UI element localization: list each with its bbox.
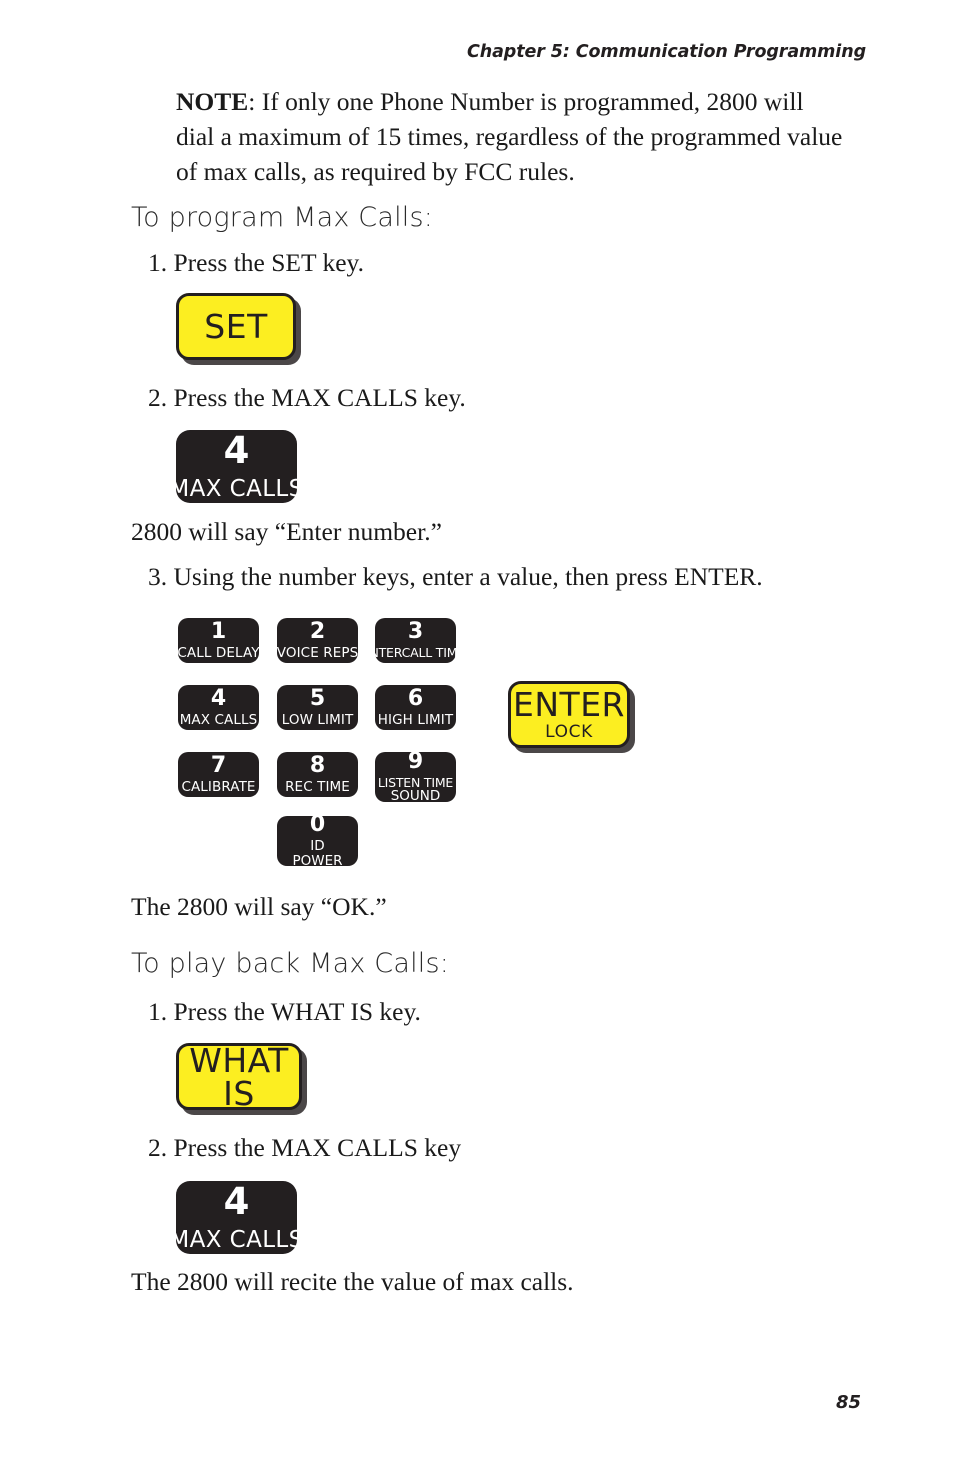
keypad-key-1-label: CALL DELAY [177, 644, 260, 661]
keypad-key-2-label: VOICE REPS [276, 644, 359, 661]
keypad-key-0-number: 0 [309, 812, 326, 837]
key-what-is-label: WHAT IS [189, 1040, 289, 1113]
keypad-key-5-label: LOW LIMIT [281, 711, 354, 728]
key-max-calls-secondary-label: MAX CALLS [169, 1227, 304, 1253]
key-set[interactable]: SET [176, 293, 296, 360]
keypad-key-3[interactable]: 3 INTERCALL TIME [366, 618, 465, 663]
keypad-key-9-label-secondary: SOUND [390, 788, 441, 804]
keypad-key-1-number: 1 [210, 618, 227, 644]
key-set-label: SET [204, 307, 268, 346]
key-what-is[interactable]: WHAT IS [176, 1043, 302, 1110]
keypad-key-2-number: 2 [309, 618, 326, 644]
step-playback-2: 2. Press the MAX CALLS key [148, 1133, 462, 1162]
step-program-2: 2. Press the MAX CALLS key. [148, 383, 466, 412]
note-ok: The 2800 will say “OK.” [131, 892, 387, 921]
keypad-key-4-number: 4 [210, 685, 227, 711]
keypad-key-6-number: 6 [407, 685, 424, 711]
keypad-key-3-label: INTERCALL TIME [365, 645, 466, 661]
key-enter[interactable]: ENTER LOCK [508, 681, 630, 748]
running-header-chapter-title: Chapter 5: Communication Programming [467, 42, 866, 62]
keypad-key-7-label: CALIBRATE [181, 778, 256, 795]
note-recite-value: The 2800 will recite the value of max ca… [131, 1267, 574, 1296]
key-max-calls-label: MAX CALLS [169, 476, 304, 502]
keypad-key-7-number: 7 [210, 752, 227, 778]
page-number: 85 [835, 1392, 861, 1413]
keypad-key-8-number: 8 [309, 752, 326, 778]
keypad-key-9-number: 9 [407, 748, 424, 774]
step-program-3: 3. Using the number keys, enter a value,… [148, 562, 763, 591]
key-max-calls-secondary-number: 4 [223, 1180, 250, 1223]
keypad-key-1[interactable]: 1 CALL DELAY [177, 618, 260, 663]
step-playback-1: 1. Press the WHAT IS key. [148, 997, 421, 1026]
document-page: Chapter 5: Communication Programming NOT… [0, 0, 954, 1475]
keypad-key-4[interactable]: 4 MAX CALLS [178, 685, 259, 730]
keypad-key-2[interactable]: 2 VOICE REPS [277, 618, 358, 663]
key-max-calls-secondary[interactable]: 4 MAX CALLS [169, 1180, 303, 1254]
keypad-key-6[interactable]: 6 HIGH LIMIT [375, 685, 456, 730]
key-max-calls-primary[interactable]: 4 MAX CALLS [169, 429, 303, 503]
section-heading-playback-max-calls: To play back Max Calls: [131, 948, 450, 979]
note-paragraph: NOTE: If only one Phone Number is progra… [176, 84, 848, 189]
keypad-key-3-number: 3 [407, 619, 424, 645]
note-label: NOTE [176, 87, 249, 116]
keypad-key-4-label: MAX CALLS [179, 711, 258, 728]
keypad-key-5[interactable]: 5 LOW LIMIT [277, 685, 358, 730]
key-max-calls-number: 4 [223, 429, 250, 472]
key-enter-sublabel: LOCK [545, 722, 593, 742]
keypad-key-0-label-secondary: POWER [292, 852, 343, 869]
section-heading-program-max-calls: To program Max Calls: [131, 202, 434, 233]
step-program-1: 1. Press the SET key. [148, 248, 365, 277]
keypad-key-7[interactable]: 7 CALIBRATE [178, 752, 259, 797]
note-text: : If only one Phone Number is programmed… [176, 87, 843, 186]
keypad-key-0[interactable]: 0 ID POWER [277, 812, 358, 869]
key-enter-label: ENTER [513, 685, 625, 724]
keypad-key-8[interactable]: 8 REC TIME [277, 752, 358, 797]
keypad-key-5-number: 5 [309, 685, 326, 711]
keypad-key-8-label: REC TIME [285, 778, 350, 795]
keypad-key-0-label: ID [310, 838, 325, 854]
keypad-key-6-label: HIGH LIMIT [377, 711, 454, 728]
keypad-key-9[interactable]: 9 LISTEN TIME SOUND [375, 748, 456, 804]
note-enter-number: 2800 will say “Enter number.” [131, 517, 442, 546]
